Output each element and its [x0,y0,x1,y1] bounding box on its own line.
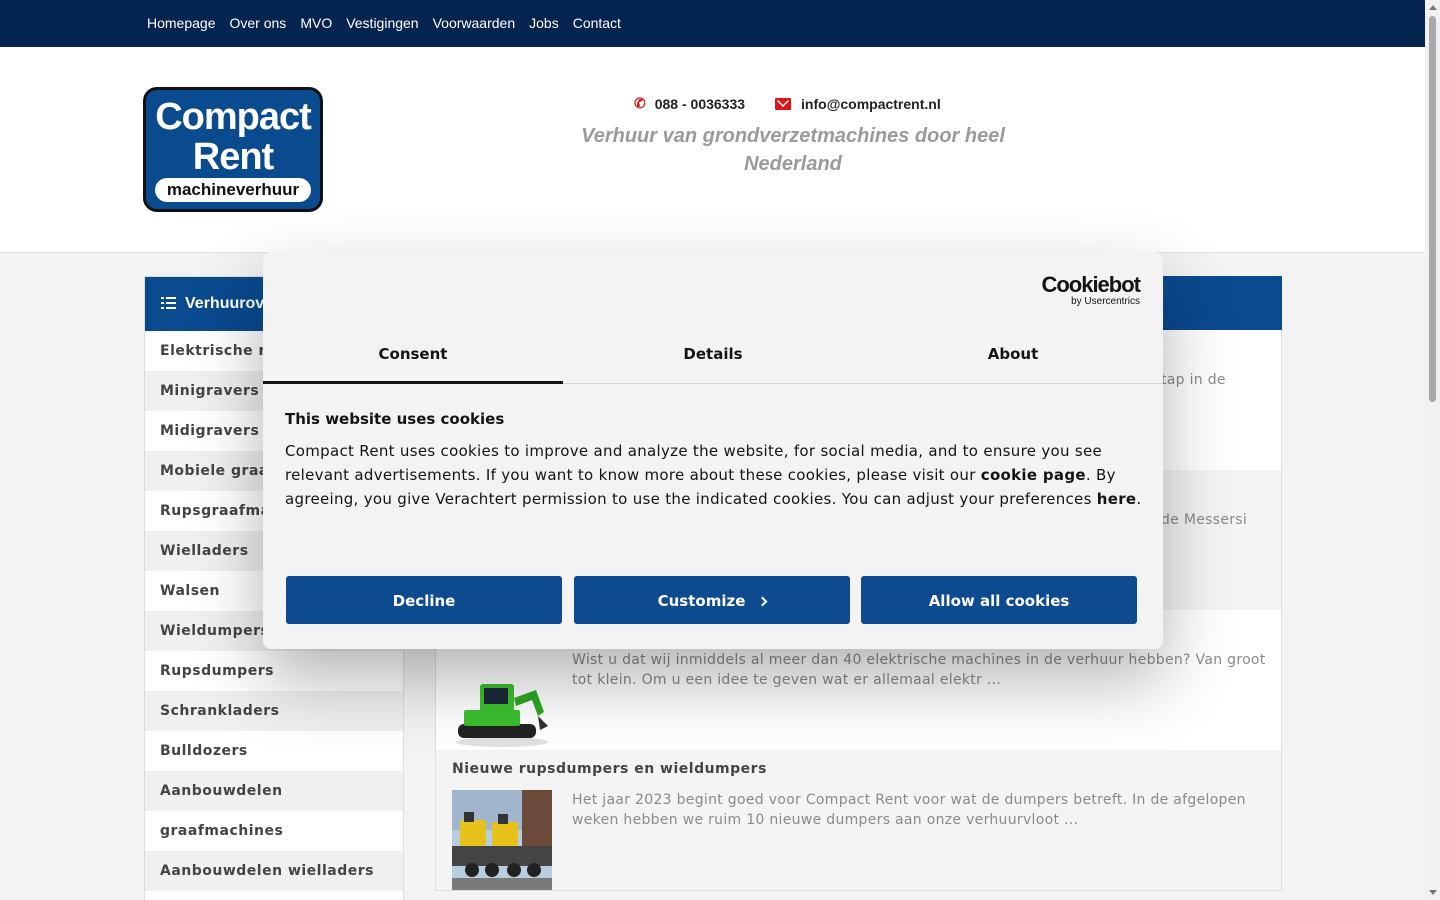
phone-link[interactable]: ✆ 088 - 0036333 [634,95,745,112]
logo-line-1: Compact [155,96,312,138]
compact-rent-logo[interactable]: Compact Rent machineverhuur [143,87,323,212]
nav-voorwaarden[interactable]: Voorwaarden [433,14,516,32]
cookie-consent-dialog: Cookiebot by Usercentrics Consent Detail… [263,252,1163,649]
news-excerpt: tap in de [1161,372,1226,388]
tab-about[interactable]: About [863,332,1163,383]
phone-number: 088 - 0036333 [654,95,746,112]
sidebar-title: Verhuurov [185,295,265,312]
cookie-text-1: Compact Rent uses cookies to improve and… [285,442,1103,484]
news-excerpt: de Messersi [1161,512,1248,528]
sidebar-item-schrankladers[interactable]: Schrankladers [145,691,403,731]
email-link[interactable]: info@compactrent.nl [775,96,941,112]
nav-vestigingen[interactable]: Vestigingen [346,14,418,32]
cookiebot-sub: by Usercentrics [1071,296,1140,307]
email-address: info@compactrent.nl [801,95,941,112]
contact-info: ✆ 088 - 0036333 info@compactrent.nl [634,95,971,112]
chevron-right-icon [757,596,768,607]
allow-all-cookies-button[interactable]: Allow all cookies [861,576,1137,624]
nav-homepage[interactable]: Homepage [147,14,216,32]
sidebar-item-aanbouwdelen[interactable]: Aanbouwdelen [145,771,403,811]
nav-mvo[interactable]: MVO [300,14,332,32]
news-excerpt: Het jaar 2023 begint goed voor Compact R… [572,792,1246,828]
phone-icon: ✆ [634,95,646,111]
nav-over-ons[interactable]: Over ons [230,14,287,32]
customize-button[interactable]: Customize [574,576,850,624]
scroll-down-arrow-icon[interactable] [1429,890,1437,895]
customize-label: Customize [657,592,746,610]
page-scrollbar[interactable] [1425,0,1440,900]
cookie-title: This website uses cookies [285,410,505,428]
preferences-here-link[interactable]: here [1097,490,1137,508]
cookiebot-brand: Cookiebot [1041,272,1141,297]
cookie-page-link[interactable]: cookie page [981,466,1086,484]
tab-details[interactable]: Details [563,332,863,383]
envelope-icon [775,97,792,110]
site-header: Compact Rent machineverhuur ✆ 088 - 0036… [0,47,1425,253]
electric-excavator-image [452,650,552,750]
scroll-up-arrow-icon[interactable] [1429,5,1437,10]
news-title[interactable]: Nieuwe rupsdumpers en wieldumpers [452,761,767,777]
cookiebot-logo: Cookiebot by Usercentrics [1038,272,1141,308]
decline-button[interactable]: Decline [286,576,562,624]
tab-consent[interactable]: Consent [263,332,563,384]
news-excerpt: Wist u dat wij inmiddels al meer dan 40 … [572,652,1266,688]
cookie-text-3: . [1136,490,1142,508]
nav-contact[interactable]: Contact [573,14,621,32]
logo-line-2: Rent [192,136,274,178]
logo-line-3: machineverhuur [155,178,311,202]
sidebar-item-rupsdumpers[interactable]: Rupsdumpers [145,651,403,691]
dumpers-truck-image [452,790,552,890]
top-navigation: Homepage Over ons MVO Vestigingen Voorwa… [0,0,1425,47]
sidebar-item-graafmachines[interactable]: graafmachines [145,811,403,851]
list-icon [161,297,176,309]
nav-jobs[interactable]: Jobs [529,14,559,32]
sidebar-item-aanbouwdelen-wielladers[interactable]: Aanbouwdelen wielladers [145,851,403,891]
cookie-description: Compact Rent uses cookies to improve and… [285,439,1145,511]
tagline: Verhuur van grondverzetmachines door hee… [581,125,1005,175]
sidebar-item-bulldozers[interactable]: Bulldozers [145,731,403,771]
news-item[interactable]: Nieuwe rupsdumpers en wieldumpers Het ja… [436,750,1281,890]
cookie-tabs: Consent Details About [263,332,1163,384]
scrollbar-thumb[interactable] [1429,16,1436,402]
